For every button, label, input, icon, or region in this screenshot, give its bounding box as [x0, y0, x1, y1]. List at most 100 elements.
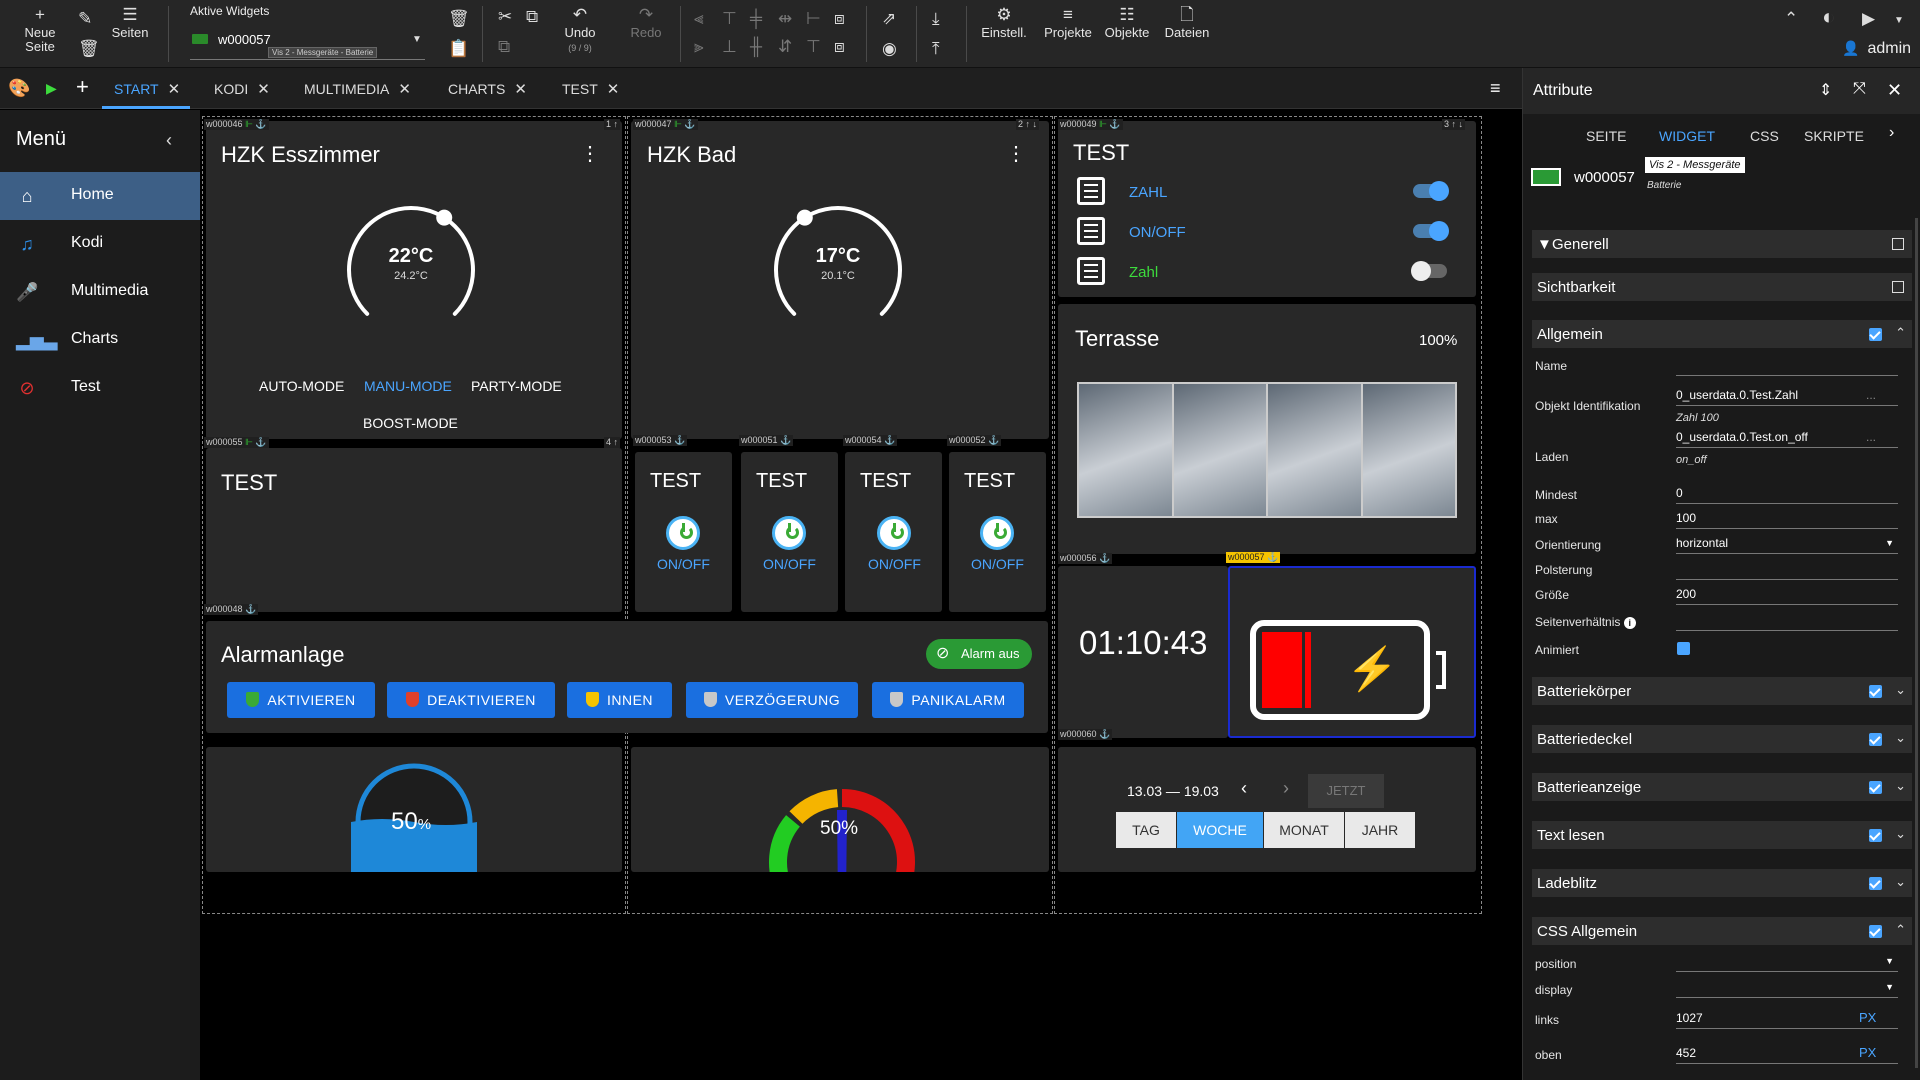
menu-icon[interactable]: ≡ — [1490, 78, 1501, 99]
window-image[interactable] — [1077, 382, 1457, 518]
tab-multimedia[interactable]: MULTIMEDIA ✕ — [304, 80, 411, 98]
section-ladeblitz[interactable]: Ladeblitz ⌄ — [1532, 869, 1912, 897]
chevron-up-icon[interactable]: ⌃ — [1895, 325, 1906, 341]
section-css-allgemein[interactable]: CSS Allgemein ⌃ — [1532, 917, 1912, 945]
align-width-icon[interactable]: ⊢ — [806, 10, 821, 28]
checkbox-checked[interactable] — [1869, 829, 1882, 842]
projects-button[interactable]: ≡ Projekte — [1040, 6, 1096, 40]
chevron-up-icon[interactable]: ⌃ — [1895, 922, 1906, 938]
tab-skripte[interactable]: SKRIPTE — [1804, 128, 1864, 144]
active-widget-select[interactable]: w000057 Vis 2 - Messgeräte - Batterie ▼ — [190, 30, 425, 60]
edit-icon[interactable]: ✎ — [78, 10, 92, 28]
copy-icon[interactable]: ⧉ — [526, 8, 538, 26]
size-input[interactable]: 200 — [1676, 587, 1898, 605]
more-vert-icon[interactable]: ⋮ — [580, 144, 600, 164]
manu-mode-button[interactable]: MANU-MODE — [364, 378, 452, 394]
redo-button[interactable]: ↷ Redo — [626, 6, 666, 40]
animated-checkbox[interactable] — [1677, 642, 1690, 655]
sidebar-item-test[interactable]: ⊘ Test — [0, 364, 200, 412]
name-input[interactable] — [1676, 358, 1898, 376]
position-select[interactable]: ▼ — [1676, 954, 1898, 972]
more-vert-icon[interactable]: ⋮ — [1006, 144, 1026, 164]
padding-input[interactable] — [1676, 562, 1898, 580]
thermostat-knob[interactable] — [796, 209, 813, 226]
section-sichtbarkeit[interactable]: Sichtbarkeit — [1532, 273, 1912, 301]
chevron-down-icon[interactable]: ⌄ — [1895, 682, 1906, 698]
objects-button[interactable]: ☷ Objekte — [1102, 6, 1152, 40]
checkbox-checked[interactable] — [1869, 733, 1882, 746]
close-icon[interactable]: ✕ — [514, 81, 527, 98]
open-external-icon[interactable]: ⇗ — [882, 10, 896, 28]
party-mode-button[interactable]: PARTY-MODE — [471, 378, 562, 394]
boost-mode-button[interactable]: BOOST-MODE — [363, 415, 458, 431]
clone-icon[interactable]: ⧉ — [498, 38, 510, 56]
section-allgemein[interactable]: Allgemein ⌃ — [1532, 320, 1912, 348]
power-icon[interactable] — [772, 516, 806, 550]
chevron-right-icon[interactable]: › — [1283, 778, 1289, 799]
eye-icon[interactable]: ◉ — [882, 40, 897, 58]
collapse-up-icon[interactable]: ⌃ — [1784, 10, 1798, 28]
tab-start[interactable]: START ✕ — [114, 80, 180, 98]
checkbox-checked[interactable] — [1869, 685, 1882, 698]
user-menu[interactable]: 👤 admin — [1842, 40, 1911, 58]
add-page-icon[interactable]: + — [76, 74, 89, 100]
chevron-down-icon[interactable]: ⌄ — [1895, 826, 1906, 842]
align-bottom-icon[interactable]: ⊥ — [722, 38, 737, 56]
align-center-icon[interactable]: ╪ — [750, 10, 762, 28]
tab-charts[interactable]: CHARTS ✕ — [448, 80, 527, 98]
sidebar-item-multimedia[interactable]: 🎤 Multimedia — [0, 268, 200, 316]
alarm-panic-button[interactable]: PANIKALARM — [872, 682, 1024, 718]
alarm-inside-button[interactable]: INNEN — [567, 682, 672, 718]
oid-input[interactable]: 0_userdata.0.Test.Zahl... — [1676, 388, 1898, 406]
sidebar-item-home[interactable]: ⌂ Home — [0, 172, 200, 220]
checkbox[interactable] — [1892, 281, 1904, 293]
close-icon[interactable]: ✕ — [607, 81, 620, 98]
chevron-down-icon[interactable]: ⌄ — [1895, 874, 1906, 890]
expand-icon[interactable]: ⇕ — [1819, 80, 1832, 100]
distribute-h-icon[interactable]: ⇹ — [778, 10, 792, 28]
orientation-select[interactable]: horizontal ▼ — [1676, 536, 1898, 554]
import-icon[interactable]: ⤓ — [932, 10, 940, 28]
checkbox-checked[interactable] — [1869, 877, 1882, 890]
settings-button[interactable]: ⚙ Einstell. — [978, 6, 1030, 40]
alarm-deactivate-button[interactable]: DEAKTIVIEREN — [387, 682, 555, 718]
section-batteriedeckel[interactable]: Batteriedeckel ⌄ — [1532, 725, 1912, 753]
chevron-right-icon[interactable]: › — [1889, 124, 1894, 142]
play-icon[interactable]: ▶ — [46, 80, 57, 97]
checkbox-checked[interactable] — [1869, 781, 1882, 794]
section-generell[interactable]: ▼ Generell — [1532, 230, 1912, 258]
toggle-switch[interactable] — [1411, 261, 1447, 281]
play-icon[interactable]: ▶ — [1862, 10, 1875, 28]
trash-icon[interactable]: 🗑 — [78, 40, 100, 58]
ratio-input[interactable] — [1676, 613, 1898, 631]
align-height-icon[interactable]: ⊤ — [806, 38, 821, 56]
chevron-left-icon[interactable]: ‹ — [1241, 778, 1247, 799]
chart-nav-card[interactable] — [1058, 747, 1476, 872]
collapse-icon[interactable]: ⤧ — [1853, 80, 1866, 98]
power-icon[interactable] — [666, 516, 700, 550]
pages-button[interactable]: ☰ Seiten — [106, 6, 154, 40]
align-left-icon[interactable]: ⫷ — [694, 10, 704, 28]
distribute-v-icon[interactable]: ⇵ — [778, 38, 792, 56]
period-day-button[interactable]: TAG — [1116, 812, 1176, 848]
power-icon[interactable] — [877, 516, 911, 550]
load-oid-input[interactable]: 0_userdata.0.Test.on_off... — [1676, 430, 1898, 448]
files-button[interactable]: 🗋 Dateien — [1160, 6, 1214, 40]
period-week-button[interactable]: WOCHE — [1177, 812, 1263, 848]
send-back-icon[interactable]: ⧈ — [834, 38, 845, 56]
palette-icon[interactable]: 🎨 — [8, 78, 30, 99]
power-icon[interactable] — [980, 516, 1014, 550]
close-icon[interactable]: ✕ — [398, 81, 411, 98]
tab-kodi[interactable]: KODI ✕ — [214, 80, 270, 98]
section-text-lesen[interactable]: Text lesen ⌄ — [1532, 821, 1912, 849]
tab-test[interactable]: TEST ✕ — [562, 80, 619, 98]
align-middle-icon[interactable]: ╫ — [750, 38, 762, 56]
auto-mode-button[interactable]: AUTO-MODE — [259, 378, 344, 394]
period-month-button[interactable]: MONAT — [1264, 812, 1344, 848]
min-input[interactable]: 0 — [1676, 486, 1898, 504]
cut-icon[interactable]: ✂ — [498, 8, 512, 26]
period-year-button[interactable]: JAHR — [1345, 812, 1415, 848]
export-icon[interactable]: ⤒ — [932, 40, 940, 58]
undo-button[interactable]: ↶ Undo (9 / 9) — [560, 6, 600, 55]
new-page-button[interactable]: + Neue Seite — [20, 6, 60, 54]
